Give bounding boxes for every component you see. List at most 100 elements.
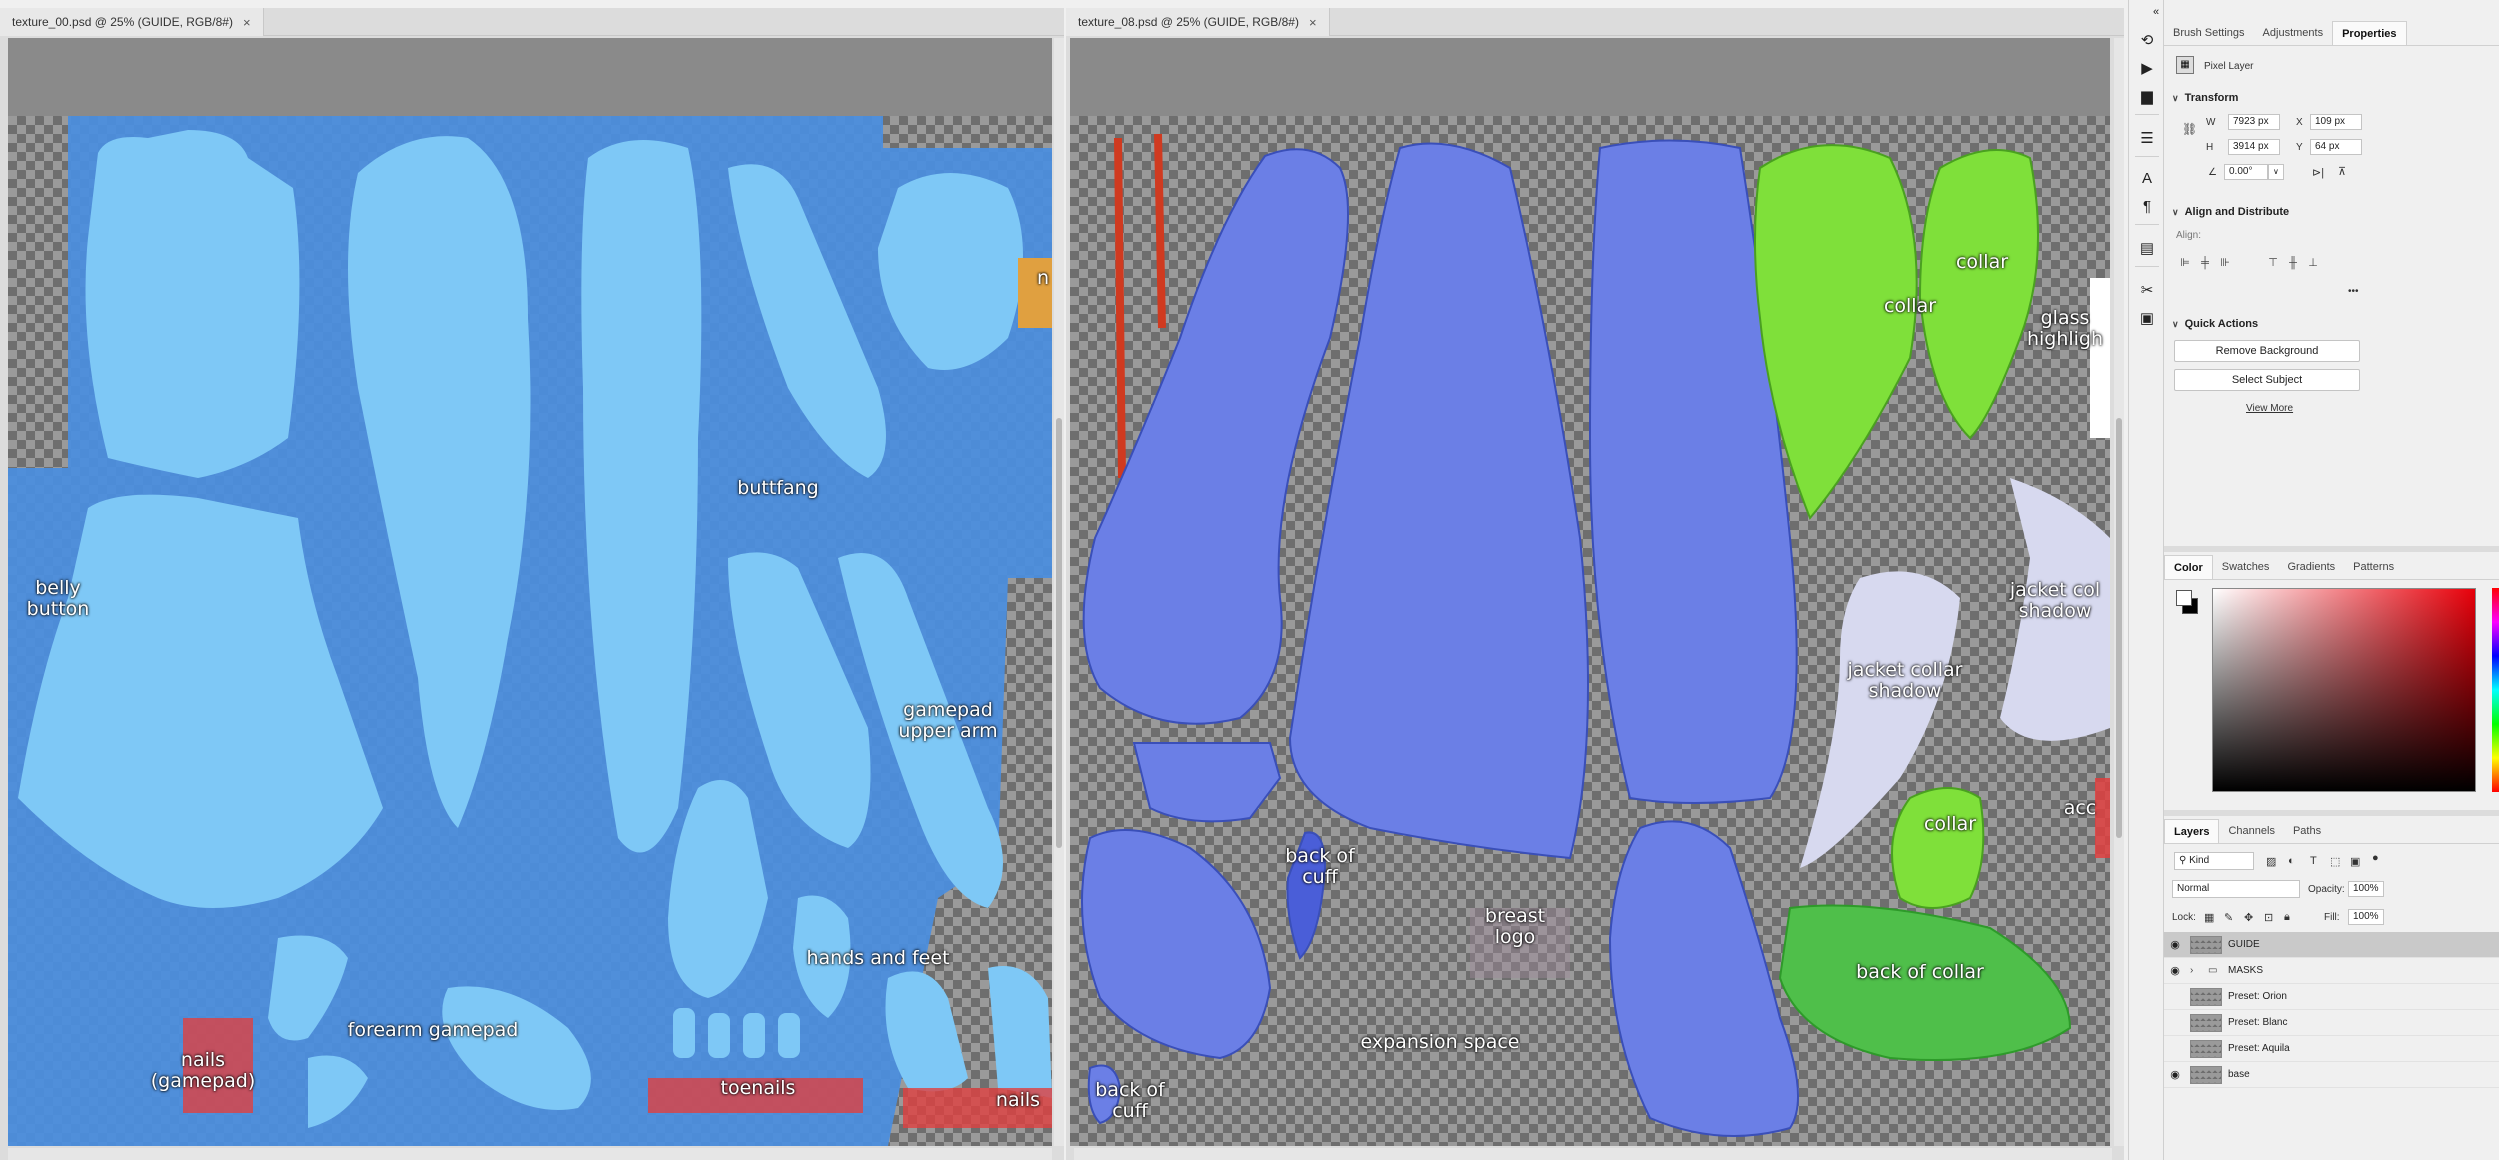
canvas[interactable]: collar collar glass highligh jacket coll… — [1070, 38, 2110, 1146]
angle-field[interactable]: 0.00° — [2224, 164, 2268, 180]
align-right-icon[interactable]: ⊪ — [2218, 256, 2232, 270]
tab-channels[interactable]: Channels — [2219, 819, 2283, 843]
adjust-icon[interactable]: ☰ — [2137, 128, 2157, 148]
uv-label: collar — [1955, 251, 2009, 273]
uv-shell — [885, 966, 1052, 1098]
layer-row-masks[interactable]: ◉ › ▭ MASKS — [2164, 958, 2499, 984]
eye-icon[interactable]: ◉ — [2164, 964, 2186, 977]
view-more-link[interactable]: View More — [2246, 403, 2293, 414]
lock-transparent-icon[interactable]: ▦ — [2204, 911, 2214, 924]
more-options-icon[interactable]: ••• — [2348, 286, 2359, 297]
layer-row-base[interactable]: ◉ base — [2164, 1062, 2499, 1088]
filter-shape-icon[interactable]: ⬚ — [2330, 855, 2340, 868]
layer-name: Preset: Blanc — [2228, 1017, 2288, 1028]
uv-label: back of cuff — [1285, 845, 1355, 888]
y-field[interactable]: 64 px — [2310, 139, 2362, 155]
hue-slider[interactable] — [2492, 588, 2499, 792]
lock-position-icon[interactable]: ✥ — [2244, 911, 2253, 924]
filter-adjustment-icon[interactable]: ◐ — [2288, 855, 2295, 867]
character-icon[interactable]: A — [2137, 168, 2157, 188]
x-field[interactable]: 109 px — [2310, 114, 2362, 130]
angle-dropdown[interactable]: ∨ — [2268, 164, 2284, 180]
tools-icon[interactable]: ✂ — [2137, 280, 2157, 300]
filter-smart-object-icon[interactable]: ▣ — [2350, 855, 2360, 868]
uv-label: back of cuff — [1095, 1079, 1165, 1122]
link-dimensions-icon[interactable]: ⛓ — [2182, 122, 2197, 136]
uv-label: buttfang — [737, 477, 819, 499]
uv-label: toenails — [720, 1077, 796, 1099]
uv-shell — [778, 1013, 800, 1058]
libraries-icon[interactable]: ▤ — [2137, 238, 2157, 258]
collapse-panels-icon[interactable]: « — [2151, 2, 2161, 22]
close-icon[interactable]: × — [243, 15, 251, 30]
lock-artboard-icon[interactable]: ⊡ — [2264, 911, 2273, 924]
transform-section-header[interactable]: ∨ Transform — [2172, 92, 2238, 104]
play-icon[interactable]: ▶ — [2137, 58, 2157, 78]
flip-vertical-icon[interactable]: ⊼ — [2338, 165, 2346, 178]
filter-toggle-icon[interactable]: ● — [2372, 852, 2379, 864]
width-field[interactable]: 7923 px — [2228, 114, 2280, 130]
vertical-scrollbar[interactable] — [2114, 38, 2124, 1146]
height-field[interactable]: 3914 px — [2228, 139, 2280, 155]
tab-brush-settings[interactable]: Brush Settings — [2164, 21, 2254, 45]
foreground-color-swatch[interactable] — [2176, 590, 2192, 606]
uv-label: nails — [995, 1089, 1041, 1111]
canvas[interactable]: belly button buttfang gamepad upper arm … — [8, 38, 1052, 1146]
chevron-right-icon[interactable]: › — [2190, 965, 2204, 976]
align-left-icon[interactable]: ⊫ — [2178, 256, 2192, 270]
document-tab[interactable]: texture_08.psd @ 25% (GUIDE, RGB/8#) × — [1066, 8, 1330, 36]
layer-row-guide[interactable]: ◉ GUIDE — [2164, 932, 2499, 958]
layer-row-preset-orion[interactable]: Preset: Orion — [2164, 984, 2499, 1010]
lock-all-icon[interactable]: 🔒︎ — [2284, 911, 2290, 924]
layer-name: Preset: Aquila — [2228, 1043, 2290, 1054]
align-middle-icon[interactable]: ╫ — [2286, 256, 2300, 270]
filter-pixel-icon[interactable]: ▨ — [2266, 855, 2276, 868]
paragraph-icon[interactable]: ¶ — [2137, 196, 2157, 216]
align-section-header[interactable]: ∨ Align and Distribute — [2172, 206, 2289, 218]
styles-icon[interactable]: ▣ — [2137, 308, 2157, 328]
filter-type-icon[interactable]: T — [2310, 855, 2317, 867]
scroll-thumb[interactable] — [1056, 418, 1062, 848]
horizontal-scrollbar[interactable] — [8, 1148, 1052, 1160]
layer-row-preset-aquila[interactable]: Preset: Aquila — [2164, 1036, 2499, 1062]
vertical-scrollbar[interactable] — [1054, 38, 1064, 1146]
remove-background-button[interactable]: Remove Background — [2174, 340, 2360, 362]
align-label: Align: — [2176, 230, 2202, 241]
tab-paths[interactable]: Paths — [2284, 819, 2330, 843]
align-center-icon[interactable]: ╪ — [2198, 256, 2212, 270]
uv-label: hands and feet — [806, 947, 950, 969]
y-label: Y — [2296, 142, 2303, 153]
scroll-thumb[interactable] — [2116, 418, 2122, 838]
pixel-layer-icon: ▦ — [2176, 56, 2194, 74]
horizontal-scrollbar[interactable] — [1074, 1148, 2112, 1160]
tab-gradients[interactable]: Gradients — [2278, 555, 2344, 579]
align-top-icon[interactable]: ⊤ — [2266, 256, 2280, 270]
close-icon[interactable]: × — [1309, 15, 1317, 30]
layer-filter-select[interactable]: ⚲ Kind — [2174, 852, 2254, 870]
fill-field[interactable]: 100% — [2348, 909, 2384, 925]
tab-swatches[interactable]: Swatches — [2213, 555, 2279, 579]
tab-patterns[interactable]: Patterns — [2344, 555, 2403, 579]
uv-label: acc — [2063, 797, 2097, 819]
tab-properties[interactable]: Properties — [2332, 21, 2407, 45]
comment-icon[interactable]: ▆ — [2137, 86, 2157, 106]
opacity-field[interactable]: 100% — [2348, 881, 2384, 897]
eye-icon[interactable]: ◉ — [2164, 1068, 2186, 1081]
tab-layers[interactable]: Layers — [2164, 819, 2220, 843]
uv-label: nails (gamepad) — [150, 1049, 256, 1092]
blend-mode-select[interactable]: Normal — [2172, 880, 2300, 898]
flip-horizontal-icon[interactable]: ⊳| — [2312, 166, 2324, 179]
tab-color[interactable]: Color — [2164, 555, 2213, 579]
history-icon[interactable]: ⟲ — [2137, 30, 2157, 50]
document-window-right: texture_08.psd @ 25% (GUIDE, RGB/8#) × c… — [1066, 8, 2124, 1160]
layer-row-preset-blanc[interactable]: Preset: Blanc — [2164, 1010, 2499, 1036]
document-tab[interactable]: texture_00.psd @ 25% (GUIDE, RGB/8#) × — [0, 8, 264, 36]
select-subject-button[interactable]: Select Subject — [2174, 369, 2360, 391]
quick-actions-header[interactable]: ∨ Quick Actions — [2172, 318, 2258, 330]
color-field[interactable] — [2212, 588, 2476, 792]
align-bottom-icon[interactable]: ⊥ — [2306, 256, 2320, 270]
tab-adjustments[interactable]: Adjustments — [2254, 21, 2333, 45]
uv-label: expansion space — [1360, 1031, 1520, 1053]
lock-pixels-icon[interactable]: ✎ — [2224, 911, 2233, 924]
eye-icon[interactable]: ◉ — [2164, 938, 2186, 951]
